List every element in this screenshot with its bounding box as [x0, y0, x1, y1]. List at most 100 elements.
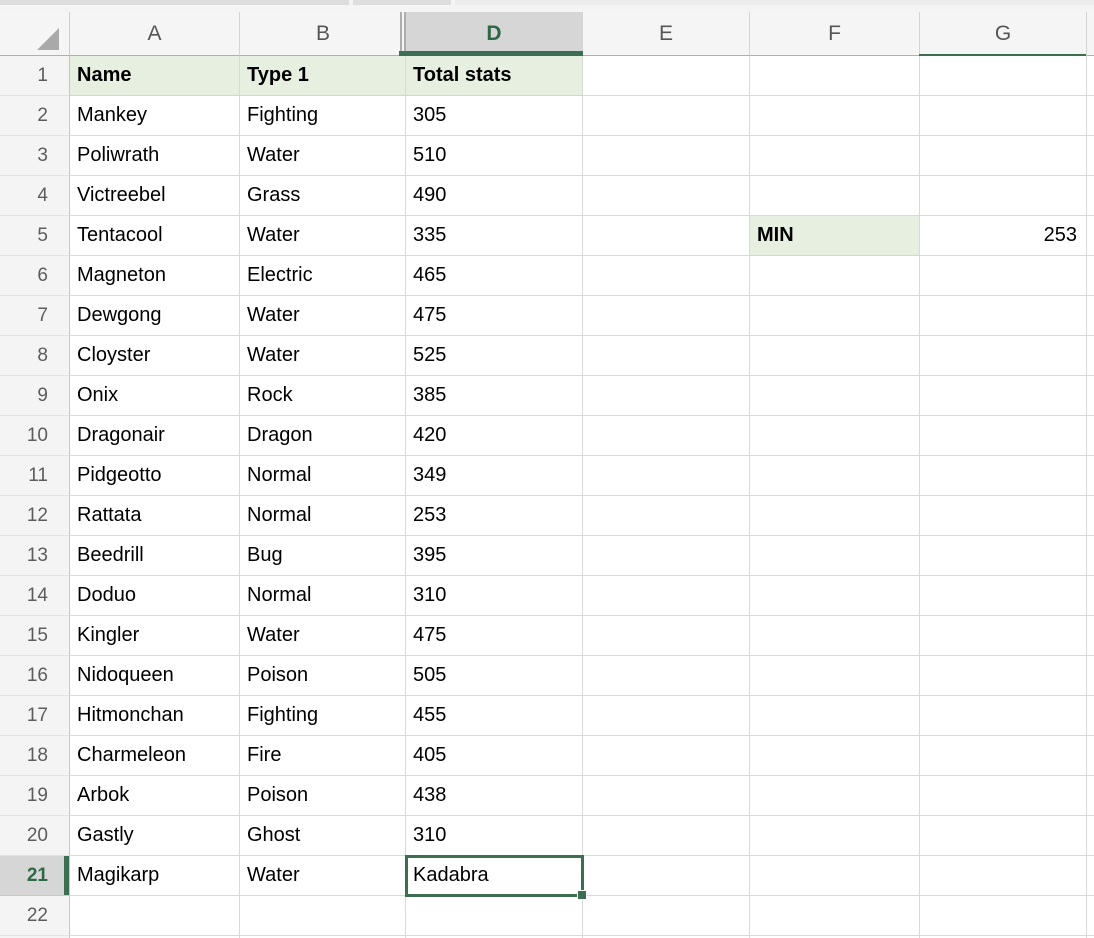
selected-cell-D21[interactable]: Kadabra: [406, 856, 583, 896]
cell-B10[interactable]: Dragon: [240, 416, 406, 456]
cell-A15[interactable]: Kingler: [70, 616, 240, 656]
cell-G1[interactable]: [920, 56, 1087, 96]
cell-A2[interactable]: Mankey: [70, 96, 240, 136]
cell-F10[interactable]: [750, 416, 920, 456]
cell-D18[interactable]: 405: [406, 736, 583, 776]
cell-D7[interactable]: 475: [406, 296, 583, 336]
cell-B14[interactable]: Normal: [240, 576, 406, 616]
cell-B15[interactable]: Water: [240, 616, 406, 656]
cell-E22[interactable]: [583, 896, 750, 936]
row-header-7[interactable]: 7: [0, 296, 70, 336]
cell-A21[interactable]: Magikarp: [70, 856, 240, 896]
cell-F8[interactable]: [750, 336, 920, 376]
cell-F11[interactable]: [750, 456, 920, 496]
cell-B5[interactable]: Water: [240, 216, 406, 256]
cell-F3[interactable]: [750, 136, 920, 176]
cell-G22[interactable]: [920, 896, 1087, 936]
cell-A18[interactable]: Charmeleon: [70, 736, 240, 776]
cell-F22[interactable]: [750, 896, 920, 936]
cell-A16[interactable]: Nidoqueen: [70, 656, 240, 696]
cell-A9[interactable]: Onix: [70, 376, 240, 416]
cell-E20[interactable]: [583, 816, 750, 856]
cell-D19[interactable]: 438: [406, 776, 583, 816]
row-header-9[interactable]: 9: [0, 376, 70, 416]
column-header-F[interactable]: F: [750, 12, 920, 56]
column-header-A[interactable]: A: [70, 12, 240, 56]
cell-B17[interactable]: Fighting: [240, 696, 406, 736]
row-header-16[interactable]: 16: [0, 656, 70, 696]
cell-G6[interactable]: [920, 256, 1087, 296]
cell-E1[interactable]: [583, 56, 750, 96]
cell-D4[interactable]: 490: [406, 176, 583, 216]
cell-E14[interactable]: [583, 576, 750, 616]
cell-G16[interactable]: [920, 656, 1087, 696]
cell-G14[interactable]: [920, 576, 1087, 616]
cell-G15[interactable]: [920, 616, 1087, 656]
cell-A13[interactable]: Beedrill: [70, 536, 240, 576]
cell-B7[interactable]: Water: [240, 296, 406, 336]
cell-A3[interactable]: Poliwrath: [70, 136, 240, 176]
cell-E4[interactable]: [583, 176, 750, 216]
row-header-11[interactable]: 11: [0, 456, 70, 496]
row-header-20[interactable]: 20: [0, 816, 70, 856]
cell-E10[interactable]: [583, 416, 750, 456]
cell-E12[interactable]: [583, 496, 750, 536]
cell-B13[interactable]: Bug: [240, 536, 406, 576]
cell-B1[interactable]: Type 1: [240, 56, 406, 96]
cell-E8[interactable]: [583, 336, 750, 376]
cell-B12[interactable]: Normal: [240, 496, 406, 536]
cell-F1[interactable]: [750, 56, 920, 96]
cell-G19[interactable]: [920, 776, 1087, 816]
column-header-E[interactable]: E: [583, 12, 750, 56]
cell-B16[interactable]: Poison: [240, 656, 406, 696]
cell-D8[interactable]: 525: [406, 336, 583, 376]
row-header-21[interactable]: 21: [0, 856, 70, 896]
cell-B4[interactable]: Grass: [240, 176, 406, 216]
cell-A11[interactable]: Pidgeotto: [70, 456, 240, 496]
cell-E3[interactable]: [583, 136, 750, 176]
cell-A6[interactable]: Magneton: [70, 256, 240, 296]
cell-F20[interactable]: [750, 816, 920, 856]
row-header-14[interactable]: 14: [0, 576, 70, 616]
cell-B9[interactable]: Rock: [240, 376, 406, 416]
cell-B11[interactable]: Normal: [240, 456, 406, 496]
cell-D22[interactable]: [406, 896, 583, 936]
cell-A8[interactable]: Cloyster: [70, 336, 240, 376]
cell-A7[interactable]: Dewgong: [70, 296, 240, 336]
row-header-19[interactable]: 19: [0, 776, 70, 816]
cell-E19[interactable]: [583, 776, 750, 816]
cell-F15[interactable]: [750, 616, 920, 656]
cell-E18[interactable]: [583, 736, 750, 776]
cell-D14[interactable]: 310: [406, 576, 583, 616]
cell-D15[interactable]: 475: [406, 616, 583, 656]
cell-F5[interactable]: MIN: [750, 216, 920, 256]
fill-handle[interactable]: [577, 890, 587, 900]
cell-D13[interactable]: 395: [406, 536, 583, 576]
cell-E9[interactable]: [583, 376, 750, 416]
cell-A5[interactable]: Tentacool: [70, 216, 240, 256]
cell-D3[interactable]: 510: [406, 136, 583, 176]
cell-A10[interactable]: Dragonair: [70, 416, 240, 456]
cell-G10[interactable]: [920, 416, 1087, 456]
row-header-17[interactable]: 17: [0, 696, 70, 736]
cell-A19[interactable]: Arbok: [70, 776, 240, 816]
cell-F7[interactable]: [750, 296, 920, 336]
cell-A14[interactable]: Doduo: [70, 576, 240, 616]
column-header-B[interactable]: B: [240, 12, 406, 56]
cell-E15[interactable]: [583, 616, 750, 656]
row-header-1[interactable]: 1: [0, 56, 70, 96]
cell-B22[interactable]: [240, 896, 406, 936]
cell-B18[interactable]: Fire: [240, 736, 406, 776]
cell-B8[interactable]: Water: [240, 336, 406, 376]
cell-F18[interactable]: [750, 736, 920, 776]
row-header-2[interactable]: 2: [0, 96, 70, 136]
cell-G17[interactable]: [920, 696, 1087, 736]
cell-F17[interactable]: [750, 696, 920, 736]
row-header-4[interactable]: 4: [0, 176, 70, 216]
cell-G5[interactable]: 253: [920, 216, 1087, 256]
cell-D1[interactable]: Total stats: [406, 56, 583, 96]
cell-E5[interactable]: [583, 216, 750, 256]
cell-E16[interactable]: [583, 656, 750, 696]
row-header-13[interactable]: 13: [0, 536, 70, 576]
cell-F12[interactable]: [750, 496, 920, 536]
